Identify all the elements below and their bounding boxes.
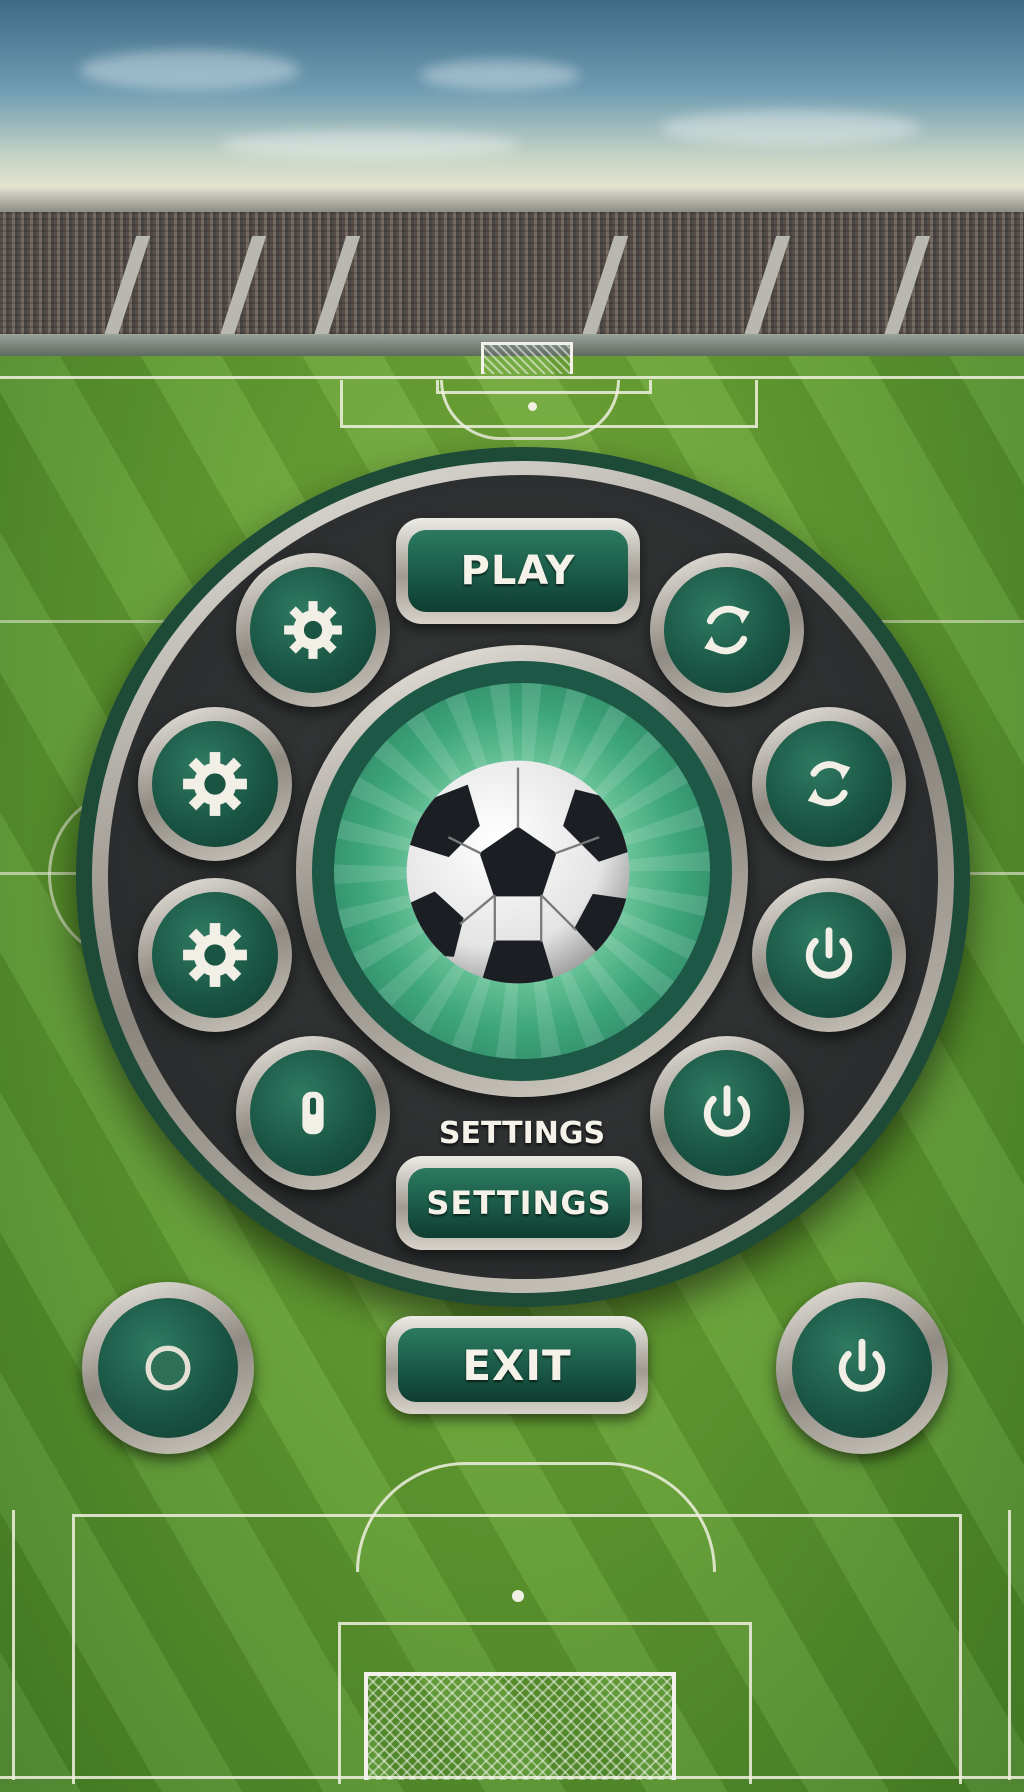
- gear-icon: [183, 923, 247, 987]
- goal-net-top: [481, 342, 573, 374]
- settings-button-face: SETTINGS: [408, 1168, 630, 1238]
- refresh-icon: [807, 761, 851, 807]
- cloud: [220, 130, 520, 160]
- power-button-bottom-right[interactable]: [776, 1282, 948, 1454]
- penalty-spot-bottom: [512, 1590, 524, 1602]
- device-button-low-left[interactable]: [236, 1036, 390, 1190]
- exit-button[interactable]: EXIT: [386, 1316, 648, 1414]
- device-icon: [302, 1091, 324, 1135]
- gear-icon: [284, 601, 342, 659]
- stadium-crowd: [0, 212, 1024, 337]
- sky-background: [0, 0, 1024, 200]
- power-icon: [838, 1338, 886, 1392]
- settings-label: SETTINGS: [426, 1184, 612, 1222]
- refresh-icon: [704, 605, 750, 655]
- exit-button-face: EXIT: [398, 1328, 636, 1402]
- game-menu-screen: PLAY SETTINGS SETTINGS EXIT: [0, 0, 1024, 1792]
- settings-button[interactable]: SETTINGS: [396, 1156, 642, 1250]
- power-button-low-right[interactable]: [650, 1036, 804, 1190]
- goal-net-bottom: [364, 1672, 676, 1780]
- gear-button-top-left[interactable]: [236, 553, 390, 707]
- play-button[interactable]: PLAY: [396, 518, 640, 624]
- power-icon: [703, 1085, 751, 1137]
- stadium-roof: [0, 188, 1024, 212]
- soccer-ball-icon[interactable]: [402, 756, 634, 988]
- cloud: [660, 110, 920, 146]
- power-icon: [805, 927, 853, 979]
- penalty-arc-bottom: [356, 1462, 716, 1572]
- settings-caption: SETTINGS: [438, 1116, 606, 1151]
- side-line-left: [12, 1510, 16, 1780]
- circle-button-bottom-left[interactable]: [82, 1282, 254, 1454]
- side-line-right: [1008, 1510, 1012, 1780]
- gear-icon: [183, 752, 247, 816]
- exit-label: EXIT: [462, 1340, 572, 1390]
- cloud: [80, 50, 300, 90]
- play-label: PLAY: [460, 548, 576, 594]
- circle-icon: [145, 1345, 191, 1391]
- refresh-button-mid-right-upper[interactable]: [752, 707, 906, 861]
- power-button-mid-right-lower[interactable]: [752, 878, 906, 1032]
- refresh-button-top-right[interactable]: [650, 553, 804, 707]
- gear-button-mid-left-upper[interactable]: [138, 707, 292, 861]
- gear-button-mid-left-lower[interactable]: [138, 878, 292, 1032]
- play-button-face: PLAY: [408, 530, 628, 612]
- cloud: [420, 60, 580, 90]
